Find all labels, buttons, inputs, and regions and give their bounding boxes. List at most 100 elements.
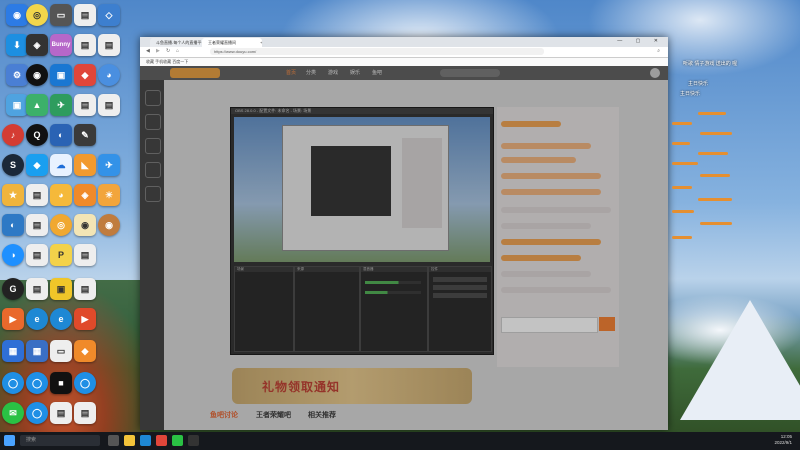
desktop-icon-app-2[interactable]: ⬇ xyxy=(6,34,28,56)
desktop-icon-obs[interactable]: ◉ xyxy=(26,64,48,86)
desktop-icon-app-1[interactable]: ◉ xyxy=(6,4,28,26)
rail-item-2[interactable] xyxy=(145,114,161,130)
gift-banner[interactable]: 礼物领取通知 xyxy=(232,368,472,404)
nav-forward-icon[interactable]: ▶ xyxy=(156,48,160,54)
desktop-icon-app-60[interactable]: ✈ xyxy=(98,154,120,176)
desktop-icon-app-44[interactable]: ◆ xyxy=(74,64,96,86)
chat-input[interactable] xyxy=(501,317,598,333)
desktop-icon-app-47[interactable]: ◣ xyxy=(74,154,96,176)
desktop-icon-app-21[interactable]: ▤ xyxy=(26,214,48,236)
desktop-icon-app-30[interactable]: ▣ xyxy=(50,64,72,86)
nav-category[interactable]: 分类 xyxy=(306,69,316,76)
desktop-icon-edge[interactable]: e xyxy=(26,308,48,330)
desktop-icon-app-25[interactable]: ▦ xyxy=(26,340,48,362)
desktop-icon-app-61[interactable]: ☀ xyxy=(98,184,120,206)
desktop-icon-app-9[interactable]: ◑ xyxy=(2,244,24,266)
new-tab-button[interactable]: + xyxy=(258,38,266,47)
site-search-box[interactable] xyxy=(440,69,500,77)
desktop-icon-app-31[interactable]: ✈ xyxy=(50,94,72,116)
avatar[interactable] xyxy=(650,68,660,78)
desktop-icon-app-58[interactable]: ◕ xyxy=(98,64,120,86)
desktop-icon-app-3[interactable]: ⚙ xyxy=(6,64,28,86)
desktop-icon-app-51[interactable]: ▤ xyxy=(74,278,96,300)
desktop-icon-app-37[interactable]: ▣ xyxy=(50,278,72,300)
nav-back-icon[interactable]: ◀ xyxy=(146,48,150,54)
nav-fishbar[interactable]: 鱼吧 xyxy=(372,69,382,76)
site-logo[interactable] xyxy=(170,68,220,78)
desktop-icon-app-22[interactable]: ▤ xyxy=(26,244,48,266)
desktop-icon-app-8[interactable]: ◐ xyxy=(2,214,24,236)
desktop-icon-app-52[interactable]: ▶ xyxy=(74,308,96,330)
desktop-icon-app-59[interactable]: ▤ xyxy=(98,94,120,116)
desktop-icon-app-50[interactable]: ▤ xyxy=(74,244,96,266)
desktop-icon-netease-music[interactable]: ♪ xyxy=(2,124,24,146)
desktop-icon-app-34[interactable]: ◕ xyxy=(50,184,72,206)
desktop-icon-qq[interactable]: Q xyxy=(26,124,48,146)
send-button[interactable] xyxy=(599,317,615,331)
desktop-icon-app-57[interactable]: ▤ xyxy=(98,34,120,56)
nav-home[interactable]: 首页 xyxy=(286,69,296,76)
taskbar-app-1[interactable] xyxy=(108,435,119,446)
desktop-icon-app-49[interactable]: ◉ xyxy=(74,214,96,236)
desktop-icon-app-45[interactable]: ▤ xyxy=(74,94,96,116)
desktop-icon-app-32[interactable]: ◐ xyxy=(50,124,72,146)
desktop-icon-app-20[interactable]: ▤ xyxy=(26,184,48,206)
desktop-icon-bunny[interactable]: Bunny xyxy=(50,34,72,56)
taskbar-app-3[interactable] xyxy=(140,435,151,446)
taskbar-app-5[interactable] xyxy=(172,435,183,446)
taskbar-app-2[interactable] xyxy=(124,435,135,446)
desktop-icon-app-46[interactable]: ✎ xyxy=(74,124,96,146)
desktop-icon-app-12[interactable]: ▦ xyxy=(2,340,24,362)
start-icon[interactable] xyxy=(4,435,15,446)
desktop-icon-app-27[interactable]: ◯ xyxy=(26,402,48,424)
desktop-icon-app-14[interactable]: ◎ xyxy=(26,4,48,26)
desktop-icon-app-41[interactable]: ▤ xyxy=(50,402,72,424)
rail-item-1[interactable] xyxy=(145,90,161,106)
desktop-icon-app-17[interactable]: ▲ xyxy=(26,94,48,116)
desktop-icon-app-40[interactable]: ■ xyxy=(50,372,72,394)
browser-tab-2[interactable]: 王者荣耀直播间 xyxy=(202,38,262,47)
desktop-icon-app-35[interactable]: ◎ xyxy=(50,214,72,236)
desktop-icon-steam[interactable]: S xyxy=(2,154,24,176)
tab-fishbar-discussion[interactable]: 鱼吧讨论 xyxy=(210,410,238,420)
start-recording-button[interactable] xyxy=(433,285,487,290)
taskbar-app-4[interactable] xyxy=(156,435,167,446)
desktop-icon-app-53[interactable]: ◆ xyxy=(74,340,96,362)
desktop-icon-app-38[interactable]: e xyxy=(50,308,72,330)
home-icon[interactable]: ⌂ xyxy=(176,48,179,54)
nav-entertainment[interactable]: 娱乐 xyxy=(350,69,360,76)
tab-wzry-bar[interactable]: 王者荣耀吧 xyxy=(256,410,291,420)
nav-game[interactable]: 游戏 xyxy=(328,69,338,76)
rail-item-5[interactable] xyxy=(145,186,161,202)
desktop-icon-app-48[interactable]: ◈ xyxy=(74,184,96,206)
desktop-icon-app-15[interactable]: ◈ xyxy=(26,34,48,56)
desktop-icon-app-55[interactable]: ▤ xyxy=(74,402,96,424)
system-clock[interactable]: 12:05 2022/9/1 xyxy=(774,434,792,446)
desktop-icon-app-11[interactable]: ▶ xyxy=(2,308,24,330)
desktop-icon-app-23[interactable]: ▤ xyxy=(26,278,48,300)
desktop-icon-app-56[interactable]: ◇ xyxy=(98,4,120,26)
desktop-icon-app-28[interactable]: ▭ xyxy=(50,4,72,26)
desktop-icon-app-10[interactable]: G xyxy=(2,278,24,300)
desktop-icon-baidu-netdisk[interactable]: ☁ xyxy=(50,154,72,176)
browser-tab-1[interactable]: 斗鱼直播-每个人的直播平台 xyxy=(150,38,208,47)
url-field[interactable]: https://www.douyu.com/ xyxy=(210,48,544,55)
taskbar-app-6[interactable] xyxy=(188,435,199,446)
settings-button[interactable] xyxy=(433,293,487,298)
desktop-icon-app-26[interactable]: ◯ xyxy=(26,372,48,394)
desktop-icon-app-62[interactable]: ◉ xyxy=(98,214,120,236)
desktop-icon-app-43[interactable]: ▤ xyxy=(74,34,96,56)
desktop-icon-app-19[interactable]: ◆ xyxy=(26,154,48,176)
desktop-icon-app-42[interactable]: ▤ xyxy=(74,4,96,26)
desktop-icon-app-13[interactable]: ◯ xyxy=(2,372,24,394)
taskbar-search[interactable]: 搜索 xyxy=(20,435,100,446)
tab-related[interactable]: 相关推荐 xyxy=(308,410,336,420)
search-icon[interactable]: ⌕ xyxy=(657,48,660,54)
rail-item-3[interactable] xyxy=(145,138,161,154)
desktop-icon-app-54[interactable]: ◯ xyxy=(74,372,96,394)
desktop-icon-wechat[interactable]: ✉ xyxy=(2,402,24,424)
start-streaming-button[interactable] xyxy=(433,277,487,282)
rail-item-4[interactable] xyxy=(145,162,161,178)
desktop-icon-app-36[interactable]: P xyxy=(50,244,72,266)
refresh-icon[interactable]: ↻ xyxy=(166,48,170,54)
